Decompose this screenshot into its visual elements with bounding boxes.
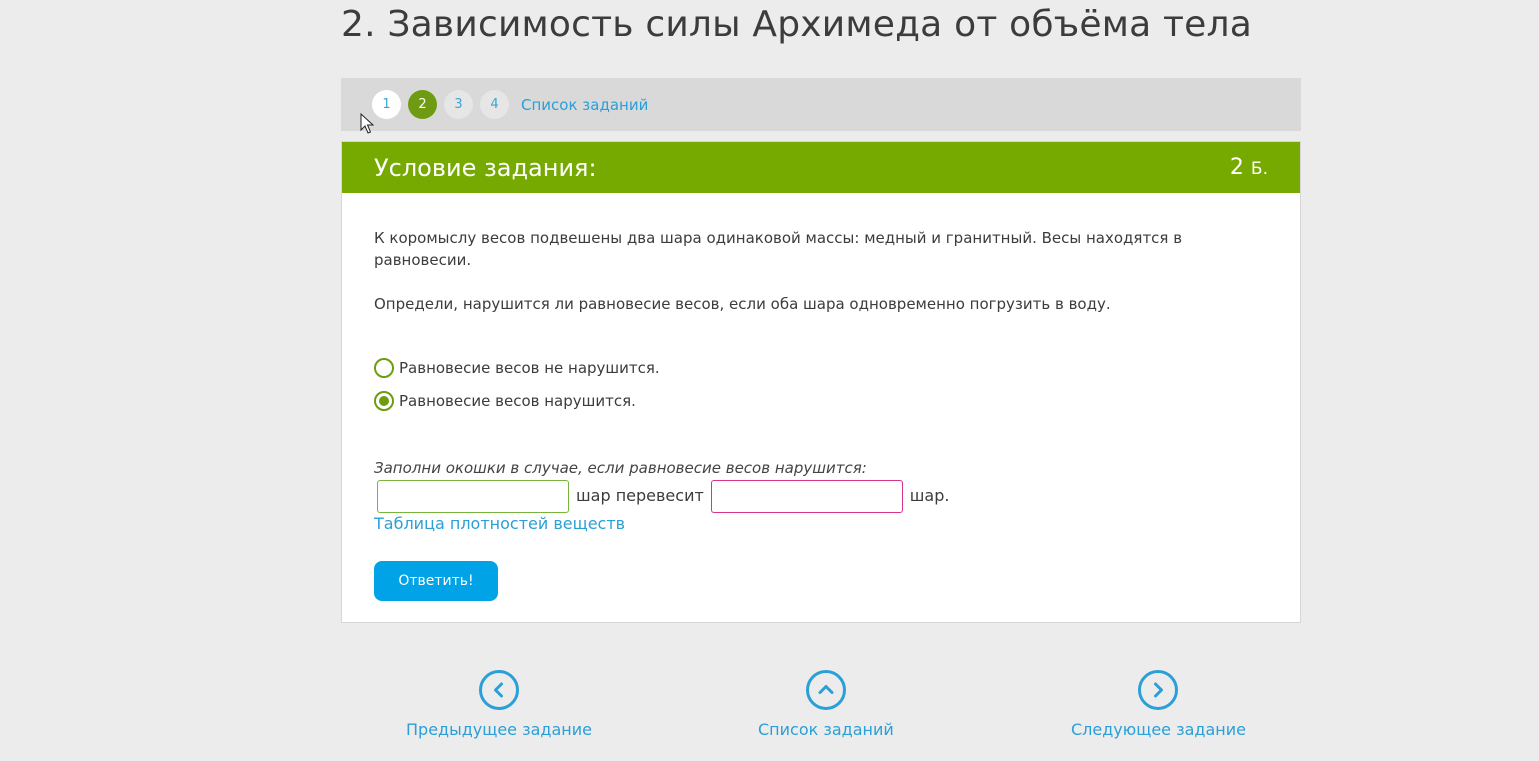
ball-input-lighter[interactable] bbox=[710, 479, 903, 513]
answer-options: Равновесие весов не нарушится. Равновеси… bbox=[374, 351, 1268, 417]
task-list-label: Список заданий bbox=[758, 720, 894, 739]
bottom-nav: Предыдущее задание Список заданий Следую… bbox=[0, 670, 1539, 750]
card-header: Условие задания: 2 Б. bbox=[342, 142, 1300, 193]
step-3[interactable]: 3 bbox=[444, 90, 473, 119]
page-title: 2. Зависимость силы Архимеда от объёма т… bbox=[341, 4, 1252, 45]
task-list-button[interactable]: Список заданий bbox=[758, 670, 894, 739]
task-card: Условие задания: 2 Б. К коромыслу весов … bbox=[341, 141, 1301, 623]
chevron-up-icon bbox=[805, 670, 846, 710]
card-title: Условие задания: bbox=[374, 153, 597, 182]
next-task-label: Следующее задание bbox=[1071, 720, 1246, 739]
radio-option-2[interactable] bbox=[374, 390, 394, 411]
density-table-link[interactable]: Таблица плотностей веществ bbox=[374, 513, 625, 535]
mouse-cursor-icon bbox=[360, 113, 374, 134]
option-not-broken[interactable]: Равновесие весов не нарушится. bbox=[374, 351, 1268, 384]
task-list-link[interactable]: Список заданий bbox=[521, 96, 648, 114]
fill-middle-text: шар перевесит bbox=[576, 486, 704, 505]
step-4[interactable]: 4 bbox=[480, 90, 509, 119]
option-label: Равновесие весов нарушится. bbox=[399, 391, 636, 410]
fill-hint: Заполни окошки в случае, если равновесие… bbox=[374, 459, 867, 477]
chevron-right-icon bbox=[1138, 670, 1179, 710]
next-task-button[interactable]: Следующее задание bbox=[1071, 670, 1246, 739]
option-broken[interactable]: Равновесие весов нарушится. bbox=[374, 384, 1268, 417]
step-2[interactable]: 2 bbox=[408, 90, 437, 119]
prev-task-label: Предыдущее задание bbox=[406, 720, 592, 739]
fill-end-text: шар. bbox=[909, 486, 950, 505]
radio-option-1[interactable] bbox=[374, 357, 394, 378]
task-step-nav: 1 2 3 4 Список заданий bbox=[341, 78, 1301, 131]
question-text-1: К коромыслу весов подвешены два шара оди… bbox=[374, 229, 1183, 269]
chevron-left-icon bbox=[478, 670, 519, 710]
option-label: Равновесие весов не нарушится. bbox=[399, 358, 660, 377]
prev-task-button[interactable]: Предыдущее задание bbox=[406, 670, 592, 739]
points-unit: Б. bbox=[1250, 159, 1268, 179]
question-text-2: Определи, нарушится ли равновесие весов,… bbox=[374, 295, 1111, 313]
points-value: 2 bbox=[1229, 155, 1244, 180]
ball-input-heavier[interactable] bbox=[377, 479, 569, 513]
points-badge: 2 Б. bbox=[1230, 155, 1268, 180]
answer-button[interactable]: Ответить! bbox=[374, 561, 498, 601]
step-1[interactable]: 1 bbox=[372, 90, 401, 119]
card-body: К коромыслу весов подвешены два шара оди… bbox=[342, 193, 1300, 601]
fill-row: шар перевесит шар. bbox=[374, 479, 1268, 513]
